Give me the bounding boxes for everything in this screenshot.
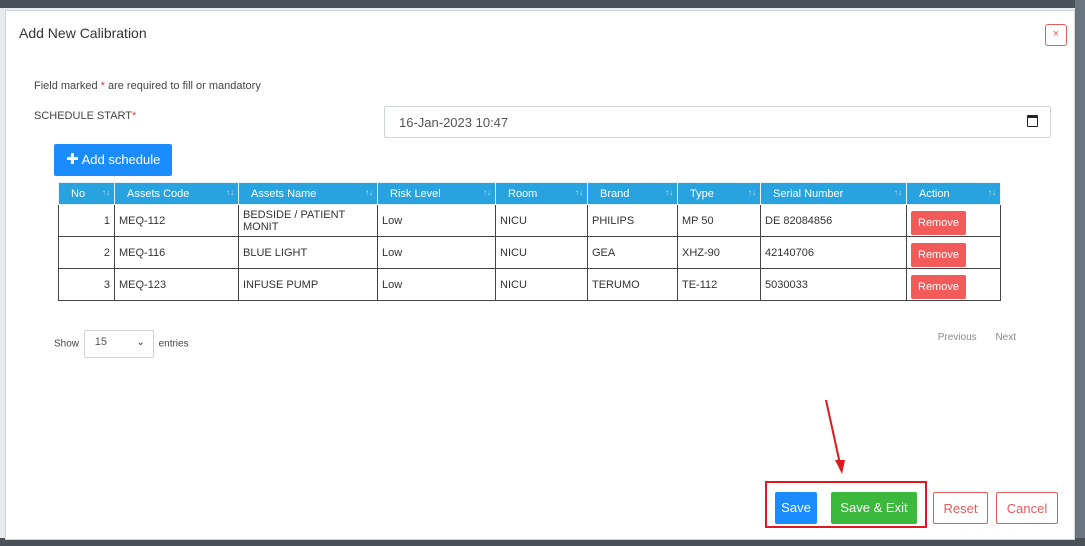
required-note: Field marked * are required to fill or m… (34, 80, 261, 92)
cell-assets-name: INFUSE PUMP (238, 268, 378, 301)
table-row: 1 MEQ-112 BEDSIDE / PATIENT MONIT Low NI… (58, 204, 1001, 237)
cell-assets-code: MEQ-112 (114, 204, 239, 237)
calendar-icon[interactable] (1027, 115, 1038, 127)
column-header-risk-level[interactable]: Risk Level ↑↓ (377, 182, 496, 205)
reset-button[interactable]: Reset (933, 492, 988, 524)
annotation-arrow-icon (825, 399, 845, 474)
cell-action: Remove (906, 236, 1001, 269)
cell-assets-code: MEQ-116 (114, 236, 239, 269)
cell-no: 2 (58, 236, 115, 269)
cell-room: NICU (495, 268, 588, 301)
column-header-label: No (71, 187, 86, 200)
column-header-brand[interactable]: Brand ↑↓ (587, 182, 678, 205)
cancel-button[interactable]: Cancel (996, 492, 1058, 524)
required-star: * (132, 110, 137, 122)
cell-serial-number: 5030033 (760, 268, 907, 301)
cell-serial-number: 42140706 (760, 236, 907, 269)
column-header-label: Room (508, 187, 538, 200)
add-schedule-button[interactable]: ✚ Add schedule (54, 144, 172, 176)
previous-page-button[interactable]: Previous (938, 332, 977, 343)
add-calibration-modal: Add New Calibration × Field marked * are… (5, 10, 1075, 540)
add-schedule-label: Add schedule (81, 152, 161, 167)
cell-brand: TERUMO (587, 268, 678, 301)
entries-label: entries (158, 338, 189, 350)
schedule-start-label: SCHEDULE START* (34, 110, 136, 122)
cell-no: 3 (58, 268, 115, 301)
schedule-start-value: 16-Jan-2023 10:47 (399, 115, 509, 130)
next-page-button[interactable]: Next (995, 332, 1016, 343)
show-entries: Show 15 ⌄ entries (54, 330, 189, 358)
cell-risk-level: Low (377, 204, 496, 237)
column-header-label: Risk Level (390, 187, 441, 200)
column-header-label: Brand (600, 187, 630, 200)
sort-icon: ↑↓ (665, 188, 673, 197)
table-row: 2 MEQ-116 BLUE LIGHT Low NICU GEA XHZ-90… (58, 236, 1001, 269)
sort-icon: ↑↓ (894, 188, 902, 197)
sort-icon: ↑↓ (365, 188, 373, 197)
sort-icon: ↑↓ (483, 188, 491, 197)
schedule-start-input[interactable]: 16-Jan-2023 10:47 (384, 106, 1051, 138)
entries-select[interactable]: 15 ⌄ (83, 330, 154, 358)
cell-assets-code: MEQ-123 (114, 268, 239, 301)
cell-action: Remove (906, 204, 1001, 237)
cell-brand: GEA (587, 236, 678, 269)
modal-title: Add New Calibration (19, 25, 147, 41)
column-header-label: Assets Name (251, 187, 317, 200)
column-header-label: Serial Number (773, 187, 844, 200)
sort-icon: ↑↓ (748, 188, 756, 197)
sort-icon: ↑↓ (102, 188, 110, 197)
column-header-assets-name[interactable]: Assets Name ↑↓ (238, 182, 378, 205)
cell-risk-level: Low (377, 268, 496, 301)
column-header-label: Action (919, 187, 950, 200)
column-header-label: Assets Code (127, 187, 190, 200)
save-button[interactable]: Save (775, 492, 817, 524)
table-header-row: No ↑↓ Assets Code ↑↓ Assets Name ↑↓ Risk Le… (58, 182, 1001, 205)
cell-assets-name: BLUE LIGHT (238, 236, 378, 269)
cell-room: NICU (495, 204, 588, 237)
cell-assets-name: BEDSIDE / PATIENT MONIT (238, 204, 378, 237)
chevron-down-icon: ⌄ (136, 337, 145, 348)
cell-serial-number: DE 82084856 (760, 204, 907, 237)
column-header-room[interactable]: Room ↑↓ (495, 182, 588, 205)
remove-button[interactable]: Remove (911, 210, 966, 235)
show-label: Show (54, 338, 80, 350)
close-button[interactable]: × (1045, 24, 1067, 46)
cell-action: Remove (906, 268, 1001, 301)
remove-button[interactable]: Remove (911, 242, 966, 267)
entries-value: 15 (94, 336, 108, 348)
sort-icon: ↑↓ (575, 188, 583, 197)
required-note-post: are required to fill or mandatory (104, 80, 261, 92)
cell-brand: PHILIPS (587, 204, 678, 237)
background-header (0, 0, 1085, 8)
background-sidebar (1075, 0, 1085, 546)
column-header-type[interactable]: Type ↑↓ (677, 182, 761, 205)
save-and-exit-button[interactable]: Save & Exit (831, 492, 917, 524)
column-header-assets-code[interactable]: Assets Code ↑↓ (114, 182, 239, 205)
column-header-action[interactable]: Action ↑↓ (906, 182, 1001, 205)
remove-button[interactable]: Remove (911, 274, 966, 299)
cell-room: NICU (495, 236, 588, 269)
cell-type: XHZ-90 (677, 236, 761, 269)
table-row: 3 MEQ-123 INFUSE PUMP Low NICU TERUMO TE… (58, 268, 1001, 301)
pagination: Previous Next (922, 332, 1016, 343)
plus-icon: ✚ (66, 151, 79, 168)
schedule-start-label-text: SCHEDULE START (34, 110, 133, 122)
cell-risk-level: Low (377, 236, 496, 269)
column-header-no[interactable]: No ↑↓ (58, 182, 115, 205)
column-header-serial-number[interactable]: Serial Number ↑↓ (760, 182, 907, 205)
cell-no: 1 (58, 204, 115, 237)
cell-type: TE-112 (677, 268, 761, 301)
sort-icon: ↑↓ (226, 188, 234, 197)
cell-type: MP 50 (677, 204, 761, 237)
required-note-pre: Field marked (34, 80, 101, 92)
schedule-table: No ↑↓ Assets Code ↑↓ Assets Name ↑↓ Risk Le… (58, 182, 1001, 301)
column-header-label: Type (690, 187, 714, 200)
sort-icon: ↑↓ (988, 188, 996, 197)
